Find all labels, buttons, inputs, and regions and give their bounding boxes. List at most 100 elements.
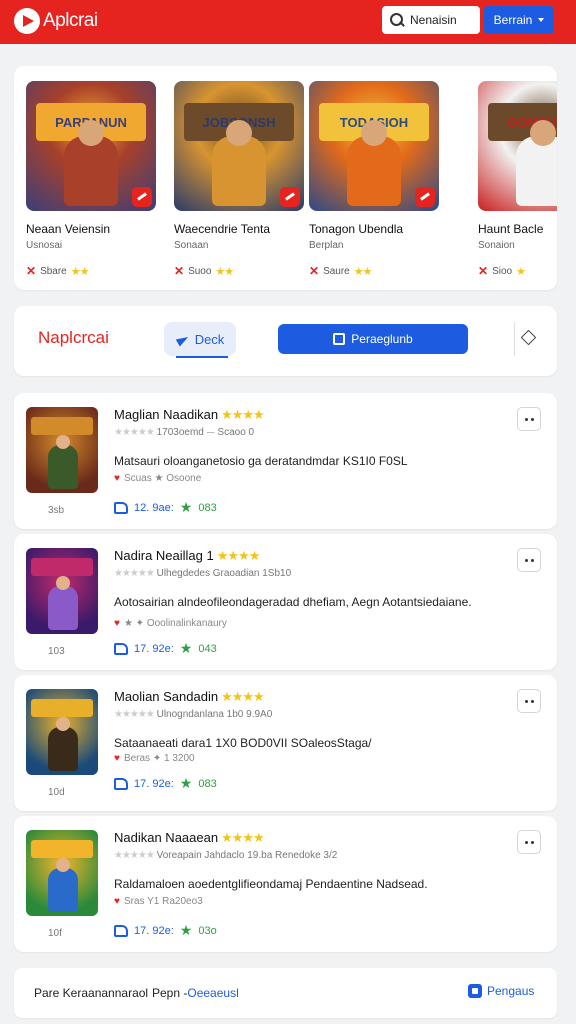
row-count: 10f — [48, 928, 62, 939]
dot-icon — [524, 417, 528, 421]
footer-mid: Pepn -Oeeaeusl — [152, 986, 239, 1000]
footer-right-button[interactable]: Pengaus — [468, 984, 534, 998]
app-logo[interactable]: Aplcrai — [14, 8, 98, 34]
featured-card[interactable]: GOMSUNNI Haunt Bacle Sonaion ✕ Sioo ★ — [478, 81, 557, 278]
featured-subtitle: Berplan — [309, 240, 344, 251]
list-item[interactable]: 103 Nadira Neaillag 1 ★★★★ ★★★★★ Ulhegded… — [14, 534, 557, 670]
thumbs-up-icon[interactable] — [114, 642, 128, 655]
app-badge-icon — [415, 187, 435, 207]
featured-rating: ✕ Sbare ★★ — [26, 264, 156, 278]
tab-deck[interactable]: Deck — [164, 322, 236, 356]
list-item[interactable]: 3sb Maglian Naadikan ★★★★ ★★★★★ 1703oemd … — [14, 393, 557, 529]
featured-card[interactable]: JOBSONSH Waecendrie Tenta Sonaan ✕ Suoo … — [174, 81, 304, 278]
star-icon: ★★ — [215, 265, 234, 278]
dot-icon — [524, 840, 528, 844]
app-thumbnail[interactable] — [26, 689, 98, 775]
section-title: Naplcrcai — [38, 328, 109, 347]
tab-bar: Naplcrcai Deck Peraeglunb — [14, 306, 557, 376]
featured-cover-image[interactable]: JOBSONSH — [174, 81, 304, 211]
thumbnail-title-band — [31, 840, 93, 858]
top-app-bar: Aplcrai Berrain — [0, 0, 576, 44]
more-options-button[interactable] — [517, 548, 541, 572]
row-title[interactable]: Nadikan Naaaean ★★★★ — [114, 830, 265, 846]
row-description: Raldamaloen aoedentglifieondamaj Pendaen… — [114, 877, 428, 891]
featured-card[interactable]: TODASIOH Tonagon Ubendla Berplan ✕ Saure… — [309, 81, 439, 278]
dot-icon — [524, 558, 528, 562]
diamond-icon[interactable] — [520, 329, 537, 346]
row-likes: 17. 92e: — [134, 924, 174, 937]
row-description: Aotosairian alndeofileondageradad dhefia… — [114, 595, 472, 609]
row-description: Sataanaeati dara1 1X0 BOD0VII SOaleosSta… — [114, 736, 372, 750]
featured-cover-image[interactable]: GOMSUNNI — [478, 81, 557, 211]
app-badge-icon — [280, 187, 300, 207]
featured-rating: ✕ Suoo ★★ — [174, 264, 304, 278]
more-options-button[interactable] — [517, 407, 541, 431]
row-title[interactable]: Nadira Neaillag 1 ★★★★ — [114, 548, 260, 564]
green-star-icon: ★ — [179, 922, 193, 938]
active-tab-indicator — [176, 356, 228, 358]
featured-title: Haunt Bacle — [478, 222, 544, 236]
featured-score: Suoo — [188, 265, 212, 277]
row-subline: ★★★★★ Ulhegdedes Graoadian 1Sb10 — [114, 568, 291, 579]
star-icon: ★★ — [353, 265, 373, 278]
app-badge-icon — [132, 187, 152, 207]
empty-stars-icon: ★★★★★ — [114, 709, 155, 720]
row-actions: 17. 92e: ★ 043 — [114, 640, 217, 657]
app-thumbnail[interactable] — [26, 407, 98, 493]
thumbs-up-icon[interactable] — [114, 777, 128, 790]
row-subline: ★★★★★ 1703oemd ⏤ Scaoo 0 — [114, 427, 254, 438]
thumbnail-character — [48, 576, 78, 630]
featured-score: Saure — [323, 265, 350, 277]
footer-bar: Pare Keraanannaraol Pepn -Oeeaeusl Penga… — [14, 968, 557, 1018]
featured-title: Tonagon Ubendla — [309, 222, 404, 236]
list-item[interactable]: 10f Nadikan Naaaean ★★★★ ★★★★★ Voreapain … — [14, 816, 557, 952]
featured-title: Neaan Veiensin — [26, 222, 111, 236]
row-rating: 03o — [198, 924, 217, 937]
featured-score: Sbare — [40, 265, 67, 277]
row-title[interactable]: Maolian Sandadin ★★★★ — [114, 689, 265, 705]
empty-stars-icon: ★★★★★ — [114, 427, 155, 438]
row-title-text: Nadira Neaillag 1 — [114, 548, 214, 563]
search-box[interactable] — [382, 6, 480, 34]
thumbs-up-icon[interactable] — [114, 924, 128, 937]
star-rating-icon: ★★★★ — [221, 407, 265, 422]
thumbnail-title-band — [31, 417, 93, 435]
green-star-icon: ★ — [179, 499, 193, 515]
footer-left-link[interactable]: Pare Keraanannaraol — [34, 986, 148, 1000]
row-subline-text: Voreapain Jahdaclo 19.ba Renedoke 3/2 — [156, 850, 338, 861]
cover-character — [212, 120, 266, 206]
footer-mid-prefix: Pepn - — [152, 986, 188, 1000]
app-thumbnail[interactable] — [26, 830, 98, 916]
chevron-down-icon — [538, 18, 545, 22]
x-icon: ✕ — [478, 264, 489, 278]
tab-primary-button[interactable]: Peraeglunb — [278, 324, 468, 354]
row-meta: ♥ Sras Y1 Ra20eo3 — [114, 896, 203, 907]
search-input[interactable] — [410, 13, 478, 27]
row-rating: 083 — [198, 501, 217, 514]
row-likes: 17. 92e: — [134, 642, 174, 655]
featured-title: Waecendrie Tenta — [174, 222, 271, 236]
more-options-button[interactable] — [517, 830, 541, 854]
app-thumbnail[interactable] — [26, 548, 98, 634]
heart-icon: ♥ — [114, 896, 120, 907]
header-dropdown-button[interactable]: Berrain — [484, 6, 554, 34]
footer-mid-link[interactable]: Oeeaeusl — [187, 986, 238, 1000]
more-options-button[interactable] — [517, 689, 541, 713]
row-meta-text: Sras Y1 Ra20eo3 — [123, 896, 203, 907]
featured-cover-image[interactable]: TODASIOH — [309, 81, 439, 211]
row-likes: 12. 9ae: — [134, 501, 174, 514]
x-icon: ✕ — [174, 264, 185, 278]
row-meta: ♥ Scuas ★ Osoone — [114, 473, 201, 484]
row-actions: 17. 92e: ★ 03o — [114, 922, 217, 939]
row-title[interactable]: Maglian Naadikan ★★★★ — [114, 407, 265, 423]
row-meta-text: ★ ✦ Ooolinalinkanaury — [123, 618, 227, 629]
header-button-label: Berrain — [493, 13, 533, 27]
thumbs-up-icon[interactable] — [114, 501, 128, 514]
featured-card[interactable]: PARPANUN Neaan Veiensin Usnosai ✕ Sbare … — [26, 81, 156, 278]
list-item[interactable]: 10d Maolian Sandadin ★★★★ ★★★★★ Ulnogndan… — [14, 675, 557, 811]
green-star-icon: ★ — [179, 640, 193, 656]
send-icon — [176, 332, 190, 346]
featured-cover-image[interactable]: PARPANUN — [26, 81, 156, 211]
featured-carousel[interactable]: PARPANUN Neaan Veiensin Usnosai ✕ Sbare … — [14, 66, 557, 290]
row-title-text: Nadikan Naaaean — [114, 830, 219, 845]
